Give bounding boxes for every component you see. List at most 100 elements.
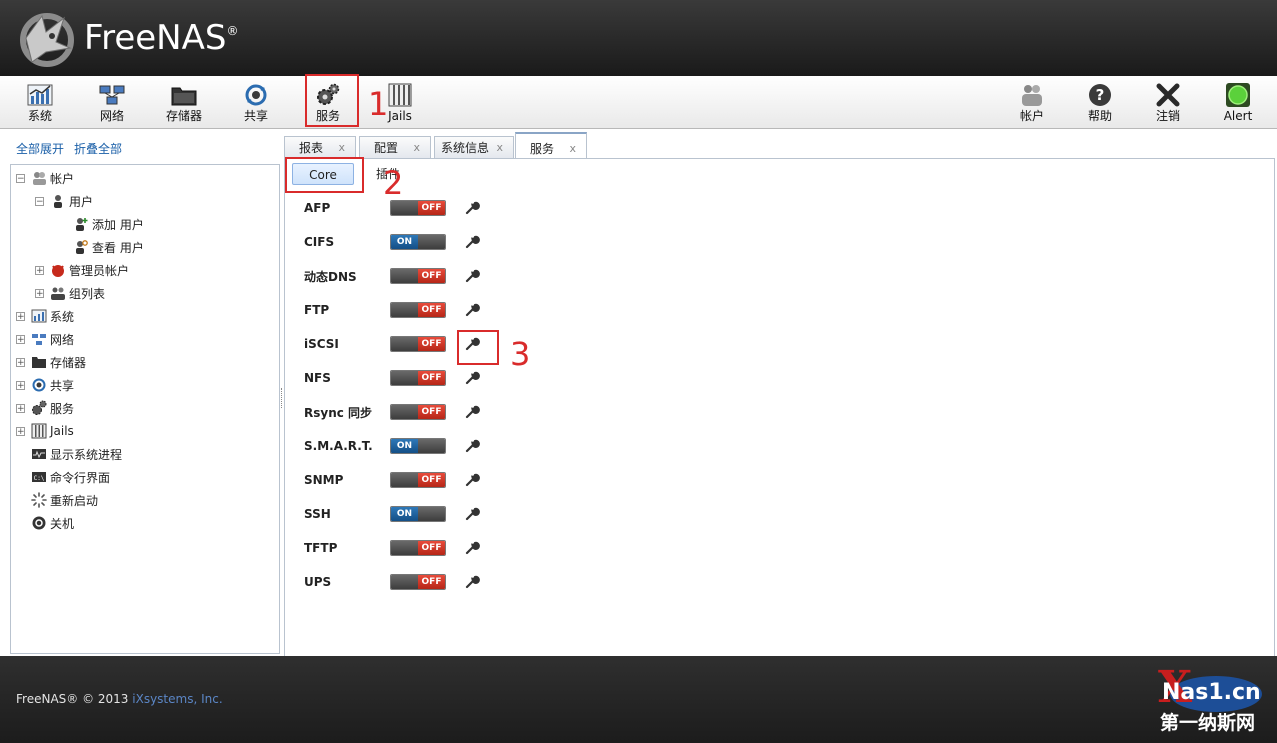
service-row-tftp: TFTP OFF <box>304 537 480 559</box>
service-row-rsync: Rsync 同步 OFF <box>304 401 480 423</box>
view-users-icon <box>76 240 88 254</box>
wrench-icon[interactable] <box>464 574 480 590</box>
tab-system-info[interactable]: 系统信息 x <box>434 136 514 158</box>
services-gear-icon <box>32 400 47 415</box>
service-row-nfs: NFS OFF <box>304 367 480 389</box>
add-user-icon <box>76 218 88 231</box>
tree-item-view-users[interactable]: 查看 用户 <box>73 237 144 257</box>
sidebar-actions: 全部展开 折叠全部 <box>16 140 132 157</box>
toolbar-help-button[interactable]: ? 帮助 <box>1072 78 1128 124</box>
wrench-icon[interactable] <box>464 268 480 284</box>
expand-toggle[interactable]: + <box>16 357 25 367</box>
expand-toggle[interactable]: + <box>16 334 25 344</box>
toolbar-storage-button[interactable]: 存储器 <box>156 78 212 124</box>
service-toggle-cifs[interactable]: ON <box>390 234 446 250</box>
toolbar-logout-button[interactable]: 注销 <box>1140 78 1196 124</box>
expand-toggle[interactable]: + <box>35 288 44 298</box>
expand-toggle[interactable]: + <box>16 380 25 390</box>
wrench-icon[interactable] <box>464 234 480 250</box>
tree-item-services[interactable]: + 服务 <box>16 398 74 418</box>
service-row-afp: AFP OFF <box>304 197 480 219</box>
wrench-icon[interactable] <box>464 472 480 488</box>
expand-toggle[interactable]: + <box>16 403 25 413</box>
account-icon <box>1022 85 1042 106</box>
service-toggle-nfs[interactable]: OFF <box>390 370 446 386</box>
tree-item-network[interactable]: + 网络 <box>16 329 74 349</box>
service-row-ftp: FTP OFF <box>304 299 480 321</box>
collapse-toggle[interactable]: − <box>16 173 25 183</box>
tab-settings[interactable]: 配置 x <box>359 136 431 158</box>
service-toggle-snmp[interactable]: OFF <box>390 472 446 488</box>
toolbar-account-button[interactable]: 帐户 <box>1004 78 1060 124</box>
service-row-cifs: CIFS ON <box>304 231 480 253</box>
tree-item-sharing[interactable]: + 共享 <box>16 375 74 395</box>
tree-item-admin-account[interactable]: + 管理员帐户 <box>35 260 129 280</box>
tab-services[interactable]: 服务 x <box>515 132 587 159</box>
toolbar-alert-button[interactable]: Alert <box>1210 78 1266 124</box>
groups-icon <box>51 287 65 300</box>
service-toggle-tftp[interactable]: OFF <box>390 540 446 556</box>
watermark-site-name: 第一纳斯网 <box>1160 712 1256 734</box>
network-icon <box>32 334 46 345</box>
tree-item-storage[interactable]: + 存储器 <box>16 352 86 372</box>
collapse-all-link[interactable]: 折叠全部 <box>74 142 122 156</box>
close-icon[interactable]: x <box>413 137 420 159</box>
tree-item-reboot[interactable]: 重新启动 <box>31 490 98 510</box>
service-toggle-iscsi[interactable]: OFF <box>390 336 446 352</box>
toolbar-network-button[interactable]: 网络 <box>84 78 140 124</box>
service-toggle-rsync[interactable]: OFF <box>390 404 446 420</box>
copyright-text: FreeNAS® © 2013 iXsystems, Inc. <box>16 692 223 706</box>
jails-bars-icon <box>31 423 47 439</box>
tree-item-jails[interactable]: + Jails <box>16 421 74 441</box>
wrench-icon[interactable] <box>464 370 480 386</box>
service-row-snmp: SNMP OFF <box>304 469 480 491</box>
service-toggle-dynamic-dns[interactable]: OFF <box>390 268 446 284</box>
tree-item-users[interactable]: − 用户 <box>35 191 93 211</box>
tree-item-system[interactable]: + 系统 <box>16 306 74 326</box>
freenas-shark-logo-icon <box>20 13 74 67</box>
power-icon <box>32 516 46 530</box>
tree-item-shutdown[interactable]: 关机 <box>31 513 74 533</box>
app-header: FreeNAS® <box>0 0 1277 76</box>
service-row-ssh: SSH ON <box>304 503 480 525</box>
tree-item-processes[interactable]: 显示系统进程 <box>31 444 122 464</box>
wrench-icon[interactable] <box>464 506 480 522</box>
sharing-icon <box>245 84 267 106</box>
wrench-icon[interactable] <box>464 200 480 216</box>
expand-toggle[interactable]: + <box>16 426 25 436</box>
close-icon[interactable]: x <box>496 137 503 159</box>
watermark-site: Nas1.cn <box>1162 680 1261 705</box>
reboot-spinner-icon <box>31 492 47 508</box>
service-toggle-ssh[interactable]: ON <box>390 506 446 522</box>
storage-icon <box>32 357 46 368</box>
main-toolbar: 系统 网络 存储器 共享 服务 Jails 帐户 ? 帮助 注销 Alert <box>0 76 1277 129</box>
help-icon: ? <box>1089 84 1111 106</box>
expand-all-link[interactable]: 全部展开 <box>16 142 64 156</box>
toolbar-sharing-button[interactable]: 共享 <box>228 78 284 124</box>
service-toggle-ftp[interactable]: OFF <box>390 302 446 318</box>
storage-icon <box>171 87 197 106</box>
wrench-icon[interactable] <box>464 404 480 420</box>
expand-toggle[interactable]: + <box>16 311 25 321</box>
service-toggle-afp[interactable]: OFF <box>390 200 446 216</box>
company-link[interactable]: iXsystems, Inc. <box>132 692 222 706</box>
freenas-logo: FreeNAS® <box>16 8 238 68</box>
wrench-icon[interactable] <box>464 302 480 318</box>
tree-item-shell[interactable]: C:\ 命令行界面 <box>31 467 110 487</box>
tree-item-add-user[interactable]: 添加 用户 <box>73 214 144 234</box>
system-chart-icon <box>27 84 53 106</box>
expand-toggle[interactable]: + <box>35 265 44 275</box>
service-toggle-ups[interactable]: OFF <box>390 574 446 590</box>
tree-item-groups[interactable]: + 组列表 <box>35 283 105 303</box>
service-row-ups: UPS OFF <box>304 571 480 593</box>
close-icon[interactable]: x <box>338 137 345 159</box>
toolbar-system-button[interactable]: 系统 <box>12 78 68 124</box>
wrench-icon[interactable] <box>464 540 480 556</box>
tree-item-accounts[interactable]: − 帐户 <box>16 168 74 188</box>
service-toggle-smart[interactable]: ON <box>390 438 446 454</box>
wrench-icon[interactable] <box>464 438 480 454</box>
tab-reports[interactable]: 报表 x <box>284 136 356 158</box>
svg-text:C:\: C:\ <box>34 475 45 482</box>
terminal-icon: C:\ <box>32 472 46 482</box>
collapse-toggle[interactable]: − <box>35 196 44 206</box>
